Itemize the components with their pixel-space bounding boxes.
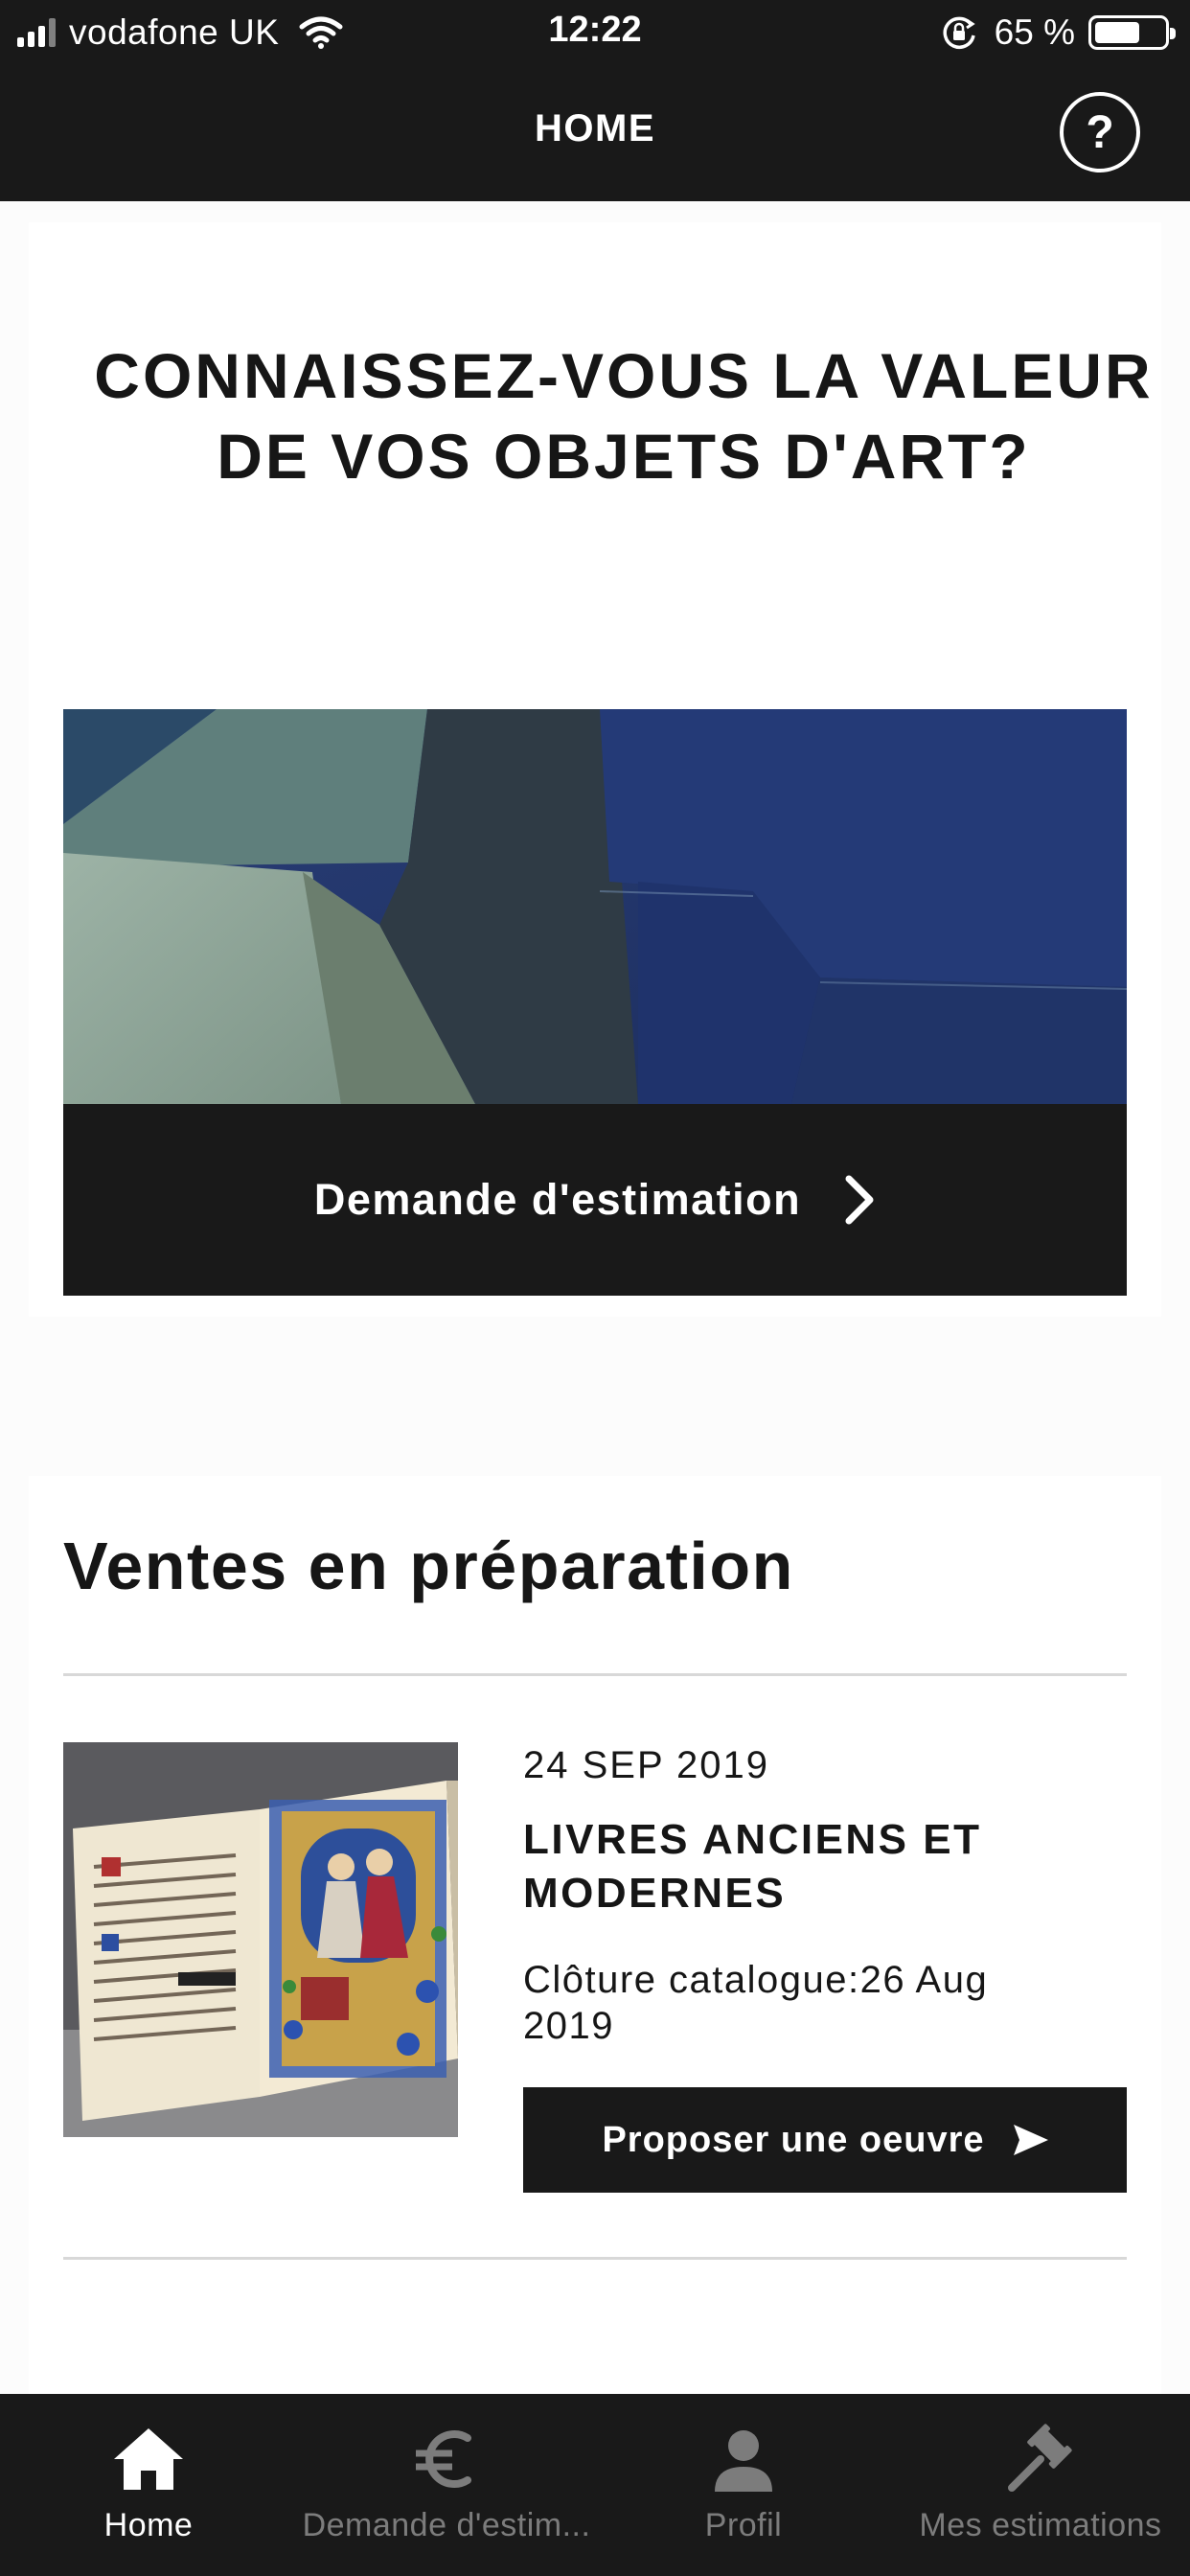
divider <box>63 1673 1127 1676</box>
help-button[interactable]: ? <box>1060 92 1140 172</box>
section-title: Ventes en préparation <box>63 1529 794 1603</box>
propose-artwork-label: Proposer une oeuvre <box>602 2119 985 2160</box>
catalogue-closing-date: Clôture catalogue:26 Aug 2019 <box>523 1959 989 2047</box>
divider <box>63 2257 1127 2260</box>
sale-thumbnail[interactable] <box>63 1742 458 2137</box>
tab-my-estimations[interactable]: Mes estimations <box>891 2394 1190 2576</box>
estimation-request-button[interactable]: Demande d'estimation <box>63 1104 1127 1296</box>
tab-my-estimations-label: Mes estimations <box>919 2507 1162 2543</box>
sale-title[interactable]: LIVRES ANCIENS ET MODERNES <box>523 1813 1060 1920</box>
help-icon: ? <box>1086 106 1114 158</box>
battery-icon <box>1088 15 1176 50</box>
gavel-icon <box>1008 2424 1072 2492</box>
hero-title: CONNAISSEZ-VOUS LA VALEUR DE VOS OBJETS … <box>94 340 1154 492</box>
tab-estimation-request-label: Demande d'estim... <box>302 2507 591 2543</box>
navigation-bar: HOME ? <box>0 65 1190 201</box>
send-icon <box>1013 2125 1048 2155</box>
profile-icon <box>715 2430 772 2492</box>
euro-icon <box>416 2430 471 2488</box>
tab-home[interactable]: Home <box>0 2394 297 2576</box>
tab-profile-label: Profil <box>704 2507 783 2543</box>
status-right: 65 % <box>941 10 1176 56</box>
tab-home-label: Home <box>103 2507 194 2543</box>
battery-percentage: 65 % <box>994 12 1075 52</box>
hero-card: CONNAISSEZ-VOUS LA VALEUR DE VOS OBJETS … <box>29 222 1161 1317</box>
sales-card: Ventes en préparation 24 SEP 2019 LIVRES… <box>29 1476 1161 2394</box>
sale-date: 24 SEP 2019 <box>523 1744 770 1786</box>
tab-profile[interactable]: Profil <box>596 2394 891 2576</box>
status-bar: vodafone UK 12:22 65 % <box>0 0 1190 65</box>
hero-image <box>63 709 1127 1104</box>
page-title: HOME <box>535 107 655 150</box>
estimation-request-label: Demande d'estimation <box>313 1175 802 1224</box>
chevron-right-icon <box>845 1175 874 1225</box>
battery-fill <box>1095 22 1139 43</box>
home-icon <box>114 2428 183 2490</box>
tab-estimation-request[interactable]: Demande d'estim... <box>297 2394 596 2576</box>
propose-artwork-button[interactable]: Proposer une oeuvre <box>523 2087 1127 2193</box>
tab-bar: Home Demande d'estim... Profil Mes estim… <box>0 2394 1190 2576</box>
rotation-lock-icon <box>943 16 975 50</box>
